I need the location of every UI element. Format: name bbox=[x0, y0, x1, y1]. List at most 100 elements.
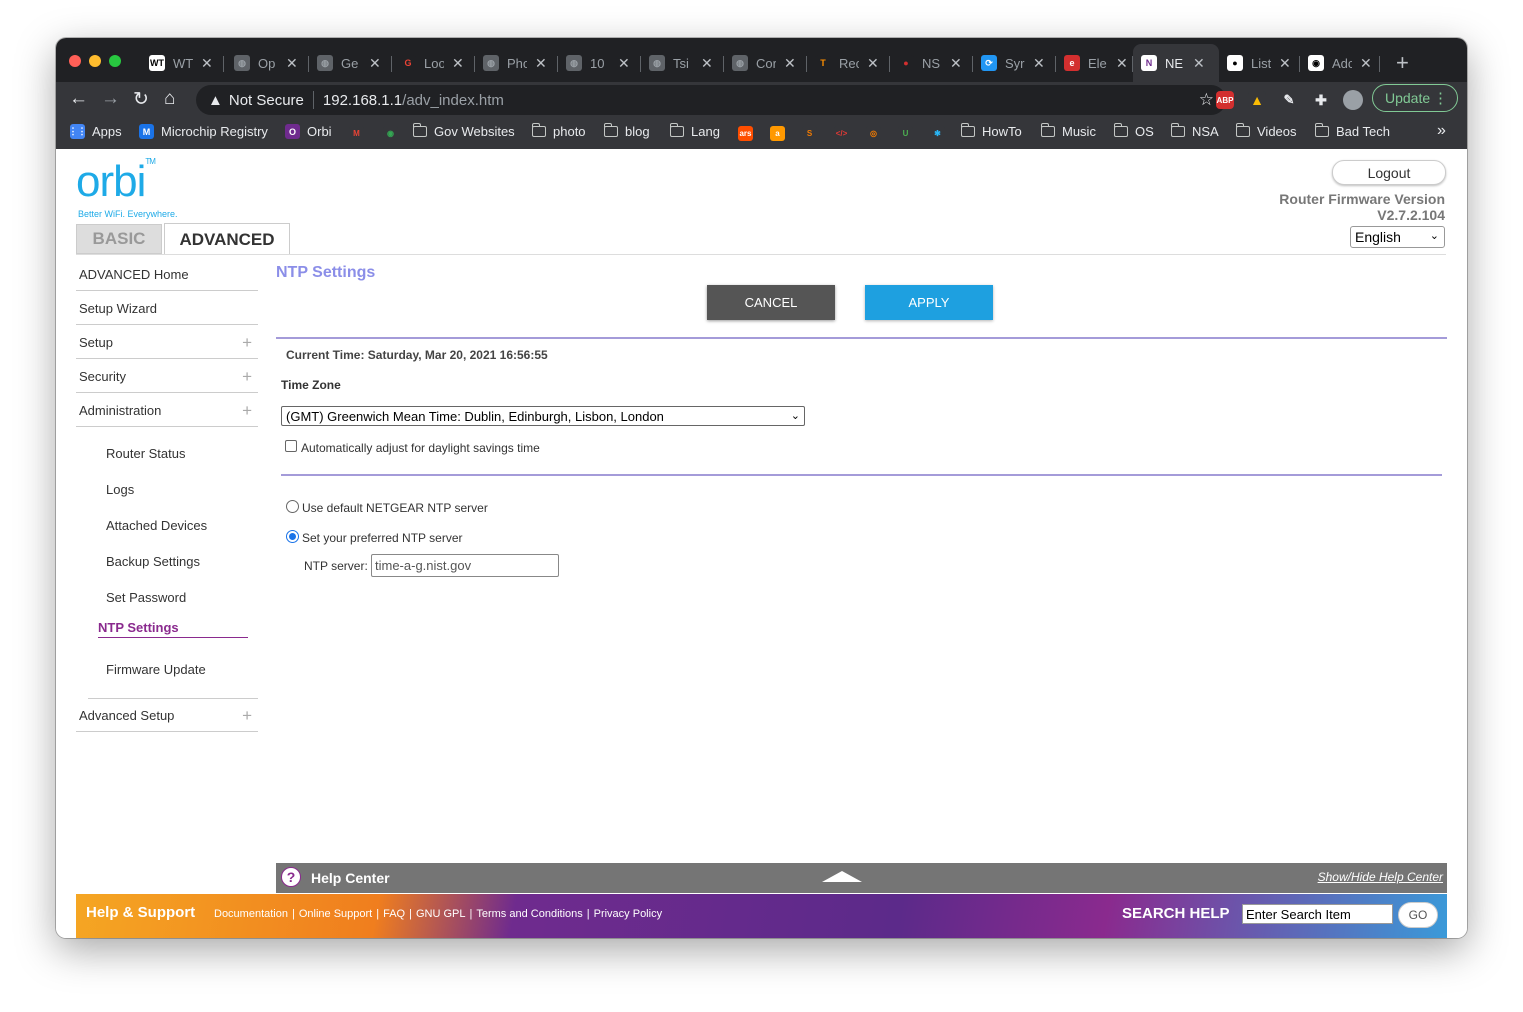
footer-link-gnu-gpl[interactable]: GNU GPL bbox=[416, 908, 466, 920]
tab-14[interactable]: ◉ Adc ✕ bbox=[1300, 48, 1380, 78]
close-tab-icon[interactable]: ✕ bbox=[369, 55, 381, 72]
bookmark-howto[interactable]: HowTo bbox=[960, 123, 1022, 139]
new-tab-button[interactable]: + bbox=[1396, 50, 1409, 76]
default-server-radio[interactable] bbox=[286, 500, 299, 513]
bookmark-videos[interactable]: Videos bbox=[1235, 123, 1297, 139]
code-icon[interactable]: </> bbox=[834, 126, 849, 141]
sidebar-subitem-logs[interactable]: Logs bbox=[106, 482, 134, 497]
expand-plus-icon[interactable]: + bbox=[242, 333, 252, 353]
address-bar[interactable]: ▲ Not Secure 192.168.1.1/adv_index.htm ☆ bbox=[196, 85, 1226, 115]
sidebar-item-setup-wizard[interactable]: Setup Wizard bbox=[76, 292, 258, 325]
maps-icon[interactable]: ◉ bbox=[383, 126, 398, 141]
tab-13[interactable]: ● List ✕ bbox=[1219, 48, 1300, 78]
logout-button[interactable]: Logout bbox=[1332, 160, 1446, 185]
sidebar-subitem-ntp-settings[interactable]: NTP Settings bbox=[98, 620, 248, 638]
tab-1[interactable]: ◍ Op ✕ bbox=[226, 48, 309, 78]
amazon-icon[interactable]: a bbox=[770, 126, 785, 141]
drive-extension-icon[interactable]: ▲ bbox=[1248, 91, 1266, 109]
profile-avatar[interactable] bbox=[1343, 90, 1363, 110]
close-tab-icon[interactable]: ✕ bbox=[950, 55, 962, 72]
close-tab-icon[interactable]: ✕ bbox=[286, 55, 298, 72]
bookmark-os[interactable]: OS bbox=[1113, 123, 1154, 139]
sidebar-subitem-backup-settings[interactable]: Backup Settings bbox=[106, 554, 200, 569]
dst-checkbox[interactable] bbox=[285, 440, 297, 452]
tab-10[interactable]: ⟳ Syr ✕ bbox=[973, 48, 1056, 78]
tab-basic[interactable]: BASIC bbox=[76, 224, 162, 254]
tab-0[interactable]: WT WT ✕ bbox=[141, 48, 224, 78]
search-help-input[interactable]: Enter Search Item bbox=[1242, 904, 1393, 924]
sidebar-item-setup[interactable]: Setup + bbox=[76, 326, 258, 359]
go-button[interactable]: GO bbox=[1398, 902, 1438, 928]
language-select[interactable]: English ⌄ bbox=[1350, 226, 1445, 248]
sidebar-subitem-set-password[interactable]: Set Password bbox=[106, 590, 186, 605]
tab-8[interactable]: T Rec ✕ bbox=[807, 48, 890, 78]
bookmark-star-icon[interactable]: ☆ bbox=[1199, 90, 1214, 110]
bookmark-apps[interactable]: ⋮⋮ Apps bbox=[69, 124, 122, 139]
sidebar-item-security[interactable]: Security + bbox=[76, 360, 258, 393]
close-tab-icon[interactable]: ✕ bbox=[1360, 55, 1372, 72]
close-tab-icon[interactable]: ✕ bbox=[784, 55, 796, 72]
back-icon[interactable]: ← bbox=[69, 88, 88, 110]
time-zone-select[interactable]: (GMT) Greenwich Mean Time: Dublin, Edinb… bbox=[281, 406, 805, 426]
sidebar-item-advanced-setup[interactable]: Advanced Setup + bbox=[76, 699, 258, 732]
expand-plus-icon[interactable]: + bbox=[242, 367, 252, 387]
close-tab-icon[interactable]: ✕ bbox=[701, 55, 713, 72]
u-icon[interactable]: U bbox=[898, 126, 913, 141]
s-icon[interactable]: S bbox=[802, 126, 817, 141]
tab-advanced[interactable]: ADVANCED bbox=[164, 223, 290, 255]
update-button[interactable]: Update ⋮ bbox=[1372, 84, 1458, 112]
bookmark-music[interactable]: Music bbox=[1040, 123, 1096, 139]
expand-up-icon[interactable] bbox=[822, 871, 862, 882]
minimize-window-button[interactable] bbox=[89, 55, 101, 67]
footer-link-privacy-policy[interactable]: Privacy Policy bbox=[594, 908, 662, 920]
bookmark-lang[interactable]: Lang bbox=[669, 123, 720, 139]
footer-link-online-support[interactable]: Online Support bbox=[299, 908, 372, 920]
close-tab-icon[interactable]: ✕ bbox=[1193, 55, 1205, 72]
bookmark-bad-tech[interactable]: Bad Tech bbox=[1314, 123, 1390, 139]
bookmark-photo[interactable]: photo bbox=[531, 123, 586, 139]
ntp-server-input[interactable]: time-a-g.nist.gov bbox=[371, 554, 559, 577]
tab-7[interactable]: ◍ Cor ✕ bbox=[724, 48, 807, 78]
blender-icon[interactable]: ◎ bbox=[866, 126, 881, 141]
footer-link-terms-and-conditions[interactable]: Terms and Conditions bbox=[476, 908, 582, 920]
gmail-icon[interactable]: M bbox=[349, 126, 364, 141]
more-bookmarks-icon[interactable]: » bbox=[1437, 122, 1446, 140]
close-tab-icon[interactable]: ✕ bbox=[201, 55, 213, 72]
close-tab-icon[interactable]: ✕ bbox=[1116, 55, 1128, 72]
tab-6[interactable]: ◍ Tsi ✕ bbox=[641, 48, 724, 78]
sidebar-item-administration[interactable]: Administration + bbox=[76, 394, 258, 427]
close-tab-icon[interactable]: ✕ bbox=[1279, 55, 1291, 72]
tab-11[interactable]: e Ele ✕ bbox=[1056, 48, 1133, 78]
close-tab-icon[interactable]: ✕ bbox=[867, 55, 879, 72]
close-tab-icon[interactable]: ✕ bbox=[1033, 55, 1045, 72]
close-window-button[interactable] bbox=[69, 55, 81, 67]
tab-4[interactable]: ◍ Pho ✕ bbox=[475, 48, 558, 78]
sidebar-subitem-attached-devices[interactable]: Attached Devices bbox=[106, 518, 207, 533]
forward-icon[interactable]: → bbox=[101, 88, 120, 110]
expand-plus-icon[interactable]: + bbox=[242, 401, 252, 421]
bookmark-microchip-registry[interactable]: M Microchip Registry bbox=[139, 124, 268, 139]
apply-button[interactable]: APPLY bbox=[865, 285, 993, 320]
close-tab-icon[interactable]: ✕ bbox=[452, 55, 464, 72]
tab-3[interactable]: G Loo ✕ bbox=[392, 48, 475, 78]
puzzle-icon[interactable]: ✚ bbox=[1312, 91, 1330, 109]
bookmark-orbi[interactable]: O Orbi bbox=[285, 124, 332, 139]
bookmark-nsa[interactable]: NSA bbox=[1170, 123, 1219, 139]
star-icon[interactable]: ✱ bbox=[930, 126, 945, 141]
tab-9[interactable]: ● NS ✕ bbox=[890, 48, 973, 78]
expand-plus-icon[interactable]: + bbox=[242, 706, 252, 726]
tab-5[interactable]: ◍ 10 ✕ bbox=[558, 48, 641, 78]
tab-12[interactable]: N NE ✕ bbox=[1133, 44, 1219, 82]
bookmark-gov-websites[interactable]: Gov Websites bbox=[412, 123, 515, 139]
bookmark-blog[interactable]: blog bbox=[603, 123, 650, 139]
sidebar-item-advanced-home[interactable]: ADVANCED Home bbox=[76, 258, 258, 291]
footer-link-faq[interactable]: FAQ bbox=[383, 908, 405, 920]
maximize-window-button[interactable] bbox=[109, 55, 121, 67]
show-hide-help-link[interactable]: Show/Hide Help Center bbox=[1318, 870, 1443, 884]
sidebar-subitem-router-status[interactable]: Router Status bbox=[106, 446, 186, 461]
extension-icon[interactable]: ✎ bbox=[1280, 91, 1298, 109]
sidebar-subitem-firmware-update[interactable]: Firmware Update bbox=[106, 662, 206, 677]
preferred-server-radio[interactable] bbox=[286, 530, 299, 543]
tab-2[interactable]: ◍ Ge ✕ bbox=[309, 48, 392, 78]
home-icon[interactable]: ⌂ bbox=[164, 88, 175, 110]
